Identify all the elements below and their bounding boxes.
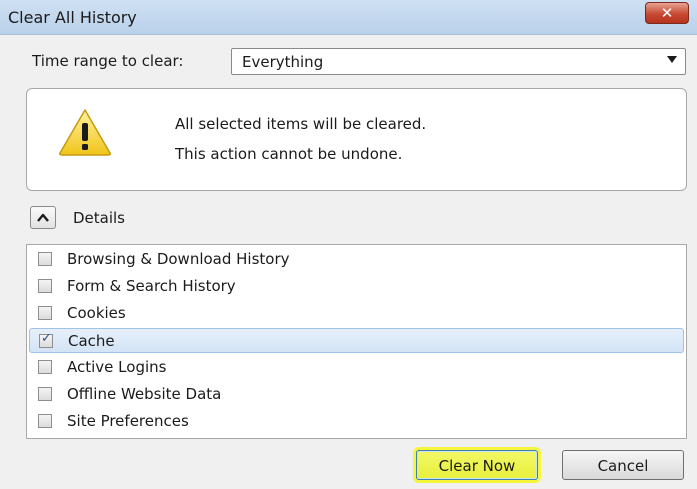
item-label: Cache <box>68 332 115 350</box>
chevron-up-icon <box>37 213 49 222</box>
details-label: Details <box>73 209 126 227</box>
list-item-active-logins[interactable]: Active Logins <box>29 355 684 380</box>
list-item-browsing-history[interactable]: Browsing & Download History <box>29 247 684 272</box>
checkmark-icon: ✓ <box>41 331 52 346</box>
item-label: Cookies <box>67 304 126 322</box>
clear-history-dialog: Clear All History ✕ Time range to clear:… <box>0 0 697 489</box>
item-label: Site Preferences <box>67 412 189 430</box>
item-label: Form & Search History <box>67 277 236 295</box>
checkbox[interactable] <box>38 414 52 428</box>
list-item-form-history[interactable]: Form & Search History <box>29 274 684 299</box>
list-item-cache[interactable]: ✓ Cache <box>29 328 684 353</box>
checkbox[interactable] <box>38 252 52 266</box>
checkbox[interactable] <box>38 306 52 320</box>
warning-icon <box>59 109 111 156</box>
checkbox[interactable] <box>38 279 52 293</box>
list-item-cookies[interactable]: Cookies <box>29 301 684 326</box>
time-range-label: Time range to clear: <box>32 52 184 70</box>
clear-now-button[interactable]: Clear Now <box>416 450 538 480</box>
list-item-offline-data[interactable]: Offline Website Data <box>29 382 684 407</box>
title-bar[interactable]: Clear All History ✕ <box>0 0 697 35</box>
chevron-down-icon <box>667 56 677 63</box>
warning-text-1: All selected items will be cleared. <box>175 115 427 133</box>
cancel-button[interactable]: Cancel <box>562 450 684 480</box>
window-title: Clear All History <box>8 8 137 27</box>
list-item-site-preferences[interactable]: Site Preferences <box>29 409 684 434</box>
checkbox[interactable] <box>38 387 52 401</box>
checkbox[interactable]: ✓ <box>39 331 53 348</box>
item-label: Offline Website Data <box>67 385 222 403</box>
warning-panel: All selected items will be cleared. This… <box>26 88 687 191</box>
checkbox[interactable] <box>38 360 52 374</box>
close-icon[interactable]: ✕ <box>645 2 689 24</box>
time-range-value: Everything <box>242 53 324 71</box>
item-label: Active Logins <box>67 358 167 376</box>
details-toggle-button[interactable] <box>30 206 56 229</box>
item-label: Browsing & Download History <box>67 250 290 268</box>
warning-text-2: This action cannot be undone. <box>175 145 403 163</box>
history-items-list: Browsing & Download History Form & Searc… <box>26 244 687 439</box>
time-range-select[interactable]: Everything <box>231 48 686 75</box>
